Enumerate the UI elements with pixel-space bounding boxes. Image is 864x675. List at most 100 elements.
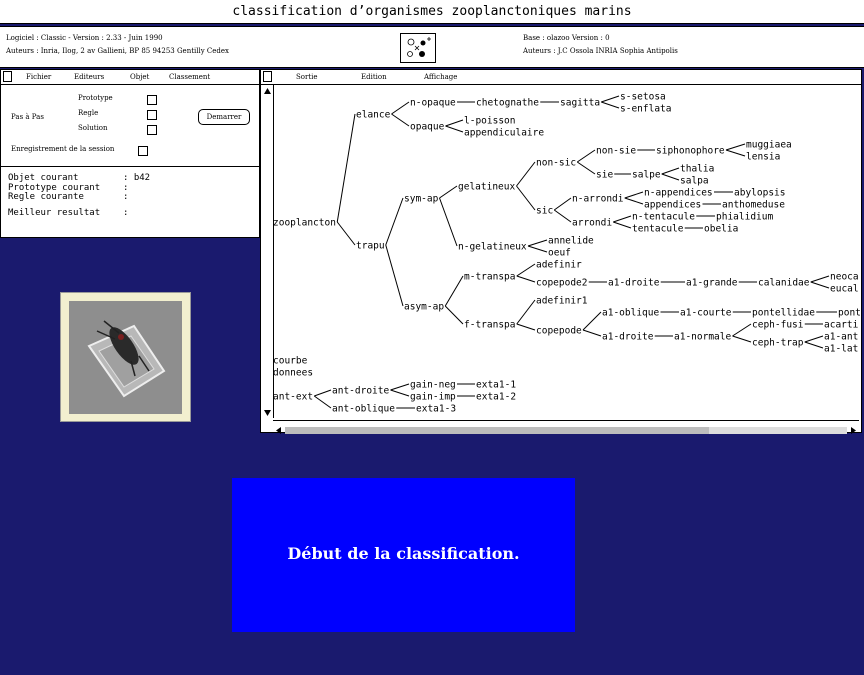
tree-edge [624, 191, 644, 199]
tree-edge [444, 275, 464, 307]
tree-edge [516, 185, 536, 211]
tree-edge [804, 335, 824, 343]
tree-node-exta1-2[interactable]: exta1-2 [476, 392, 516, 403]
tree-edge [527, 239, 548, 247]
tree-node-ant-oblique[interactable]: ant-oblique [332, 404, 395, 415]
status-message: Début de la classification. [232, 478, 575, 632]
tree-edge [613, 221, 632, 229]
tree-node-n-arrondi[interactable]: n-arrondi [572, 194, 624, 205]
tree-node-a1-oblique[interactable]: a1-oblique [602, 308, 659, 319]
tree-node-courbe[interactable]: courbe [273, 356, 308, 367]
tree-node-acarti[interactable]: acarti [824, 320, 859, 331]
tree-edge [725, 143, 746, 151]
tree-node-sym-ap[interactable]: sym-ap [404, 194, 439, 205]
tree-node-non-sie[interactable]: non-sie [596, 146, 636, 157]
tree-node-zooplancton[interactable]: zooplancton [273, 218, 336, 229]
tree-node-a1-lat[interactable]: a1-lat [824, 344, 858, 355]
tree-node-s-setosa[interactable]: s-setosa [620, 92, 666, 103]
tree-node-anthomeduse[interactable]: anthomeduse [722, 200, 785, 211]
tree-node-appendices[interactable]: appendices [644, 200, 701, 211]
tree-edge [725, 149, 746, 157]
tree-edge [553, 209, 572, 223]
tree-edge [601, 95, 620, 103]
tree-edge [810, 281, 830, 289]
tree-node-opaque[interactable]: opaque [410, 122, 445, 133]
tree-node-a1-ant[interactable]: a1-ant [824, 332, 858, 343]
tree-edge [516, 263, 536, 277]
tree-node-a1-droite[interactable]: a1-droite [608, 278, 660, 289]
tree-node-phialidium[interactable]: phialidium [716, 212, 773, 223]
tree-node-a1-normale[interactable]: a1-normale [674, 332, 731, 343]
tree-node-non-sic[interactable]: non-sic [536, 158, 576, 169]
tree-node-elance[interactable]: elance [356, 110, 391, 121]
tree-node-appendiculaire[interactable]: appendiculaire [464, 128, 544, 139]
tree-node-annelide[interactable]: annelide [548, 236, 594, 247]
tree-node-abylopsis[interactable]: abylopsis [734, 188, 785, 199]
tree-node-trapu[interactable]: trapu [356, 241, 385, 252]
tree-node-pont[interactable]: pont [838, 308, 861, 319]
tree-node-s-enflata[interactable]: s-enflata [620, 104, 671, 115]
tree-node-n-opaque[interactable]: n-opaque [410, 98, 456, 109]
tree-edge [391, 101, 410, 115]
tree-node-ant-droite[interactable]: ant-droite [332, 386, 389, 397]
tree-node-thalia[interactable]: thalia [680, 164, 714, 175]
tree-node-donnees[interactable]: donnees [273, 368, 313, 379]
tree-node-copepode[interactable]: copepode [536, 326, 582, 337]
tree-edge [661, 173, 680, 181]
tree-node-sic[interactable]: sic [536, 206, 553, 217]
tree-edge [624, 197, 644, 205]
tree-node-calanidae[interactable]: calanidae [758, 278, 810, 289]
tree-node-eucal[interactable]: eucal [830, 284, 859, 295]
tree-node-arrondi[interactable]: arrondi [572, 218, 612, 229]
tree-node-copepode2[interactable]: copepode2 [536, 278, 587, 289]
tree-node-neoca[interactable]: neoca [830, 272, 859, 283]
tree-edge [445, 119, 464, 127]
tree-node-pontellidae[interactable]: pontellidae [752, 308, 815, 319]
tree-node-l-poisson[interactable]: l-poisson [464, 116, 515, 127]
tree-edge [527, 245, 548, 253]
tree-edge [314, 389, 332, 397]
tree-node-gelatineux[interactable]: gelatineux [458, 182, 515, 193]
tree-node-sagitta[interactable]: sagitta [560, 98, 600, 109]
tree-edge [385, 244, 404, 307]
tree-edge [613, 215, 632, 223]
tree-node-oeuf[interactable]: oeuf [548, 248, 571, 259]
tree-edge [516, 161, 536, 187]
tree-node-salpe[interactable]: salpe [632, 170, 661, 181]
tree-node-asym-ap[interactable]: asym-ap [404, 302, 444, 313]
tree-node-salpa[interactable]: salpa [680, 176, 709, 187]
tree-node-n-gelatineux[interactable]: n-gelatineux [458, 242, 527, 253]
tree-node-exta1-1[interactable]: exta1-1 [476, 380, 516, 391]
tree-node-adefinir[interactable]: adefinir [536, 260, 582, 271]
tree-node-a1-droite2[interactable]: a1-droite [602, 332, 654, 343]
tree-node-ceph-fusi[interactable]: ceph-fusi [752, 320, 804, 331]
tree-node-n-appendices[interactable]: n-appendices [644, 188, 713, 199]
tree-node-siphonophore[interactable]: siphonophore [656, 146, 725, 157]
tree-node-n-tentacule[interactable]: n-tentacule [632, 212, 695, 223]
tree-node-chetognathe[interactable]: chetognathe [476, 98, 539, 109]
tree-edge [390, 383, 410, 391]
tree-node-gain-neg[interactable]: gain-neg [410, 380, 456, 391]
tree-edge [439, 185, 458, 199]
tree-node-m-transpa[interactable]: m-transpa [464, 272, 515, 283]
tree-node-a1-grande[interactable]: a1-grande [686, 278, 738, 289]
tree-node-adefinir1[interactable]: adefinir1 [536, 296, 588, 307]
tree-node-f-transpa[interactable]: f-transpa [464, 320, 515, 331]
tree-edge [804, 341, 824, 349]
tree-edge [516, 299, 536, 325]
tree-node-sie[interactable]: sie [596, 170, 613, 181]
tree-edge [576, 149, 596, 163]
tree-node-obelia[interactable]: obelia [704, 224, 738, 235]
tree-edge [732, 323, 752, 337]
tree-node-lensia[interactable]: lensia [746, 152, 780, 163]
tree-node-tentacule[interactable]: tentacule [632, 224, 684, 235]
tree-node-muggiaea[interactable]: muggiaea [746, 140, 792, 151]
tree-node-a1-courte[interactable]: a1-courte [680, 308, 732, 319]
tree-edge [390, 389, 410, 397]
tree-node-ant-ext[interactable]: ant-ext [273, 392, 313, 403]
tree-edge [810, 275, 830, 283]
tree-node-ceph-trap[interactable]: ceph-trap [752, 338, 804, 349]
tree-node-exta1-3[interactable]: exta1-3 [416, 404, 456, 415]
tree-node-gain-imp[interactable]: gain-imp [410, 392, 456, 403]
tree-edge [313, 395, 332, 409]
